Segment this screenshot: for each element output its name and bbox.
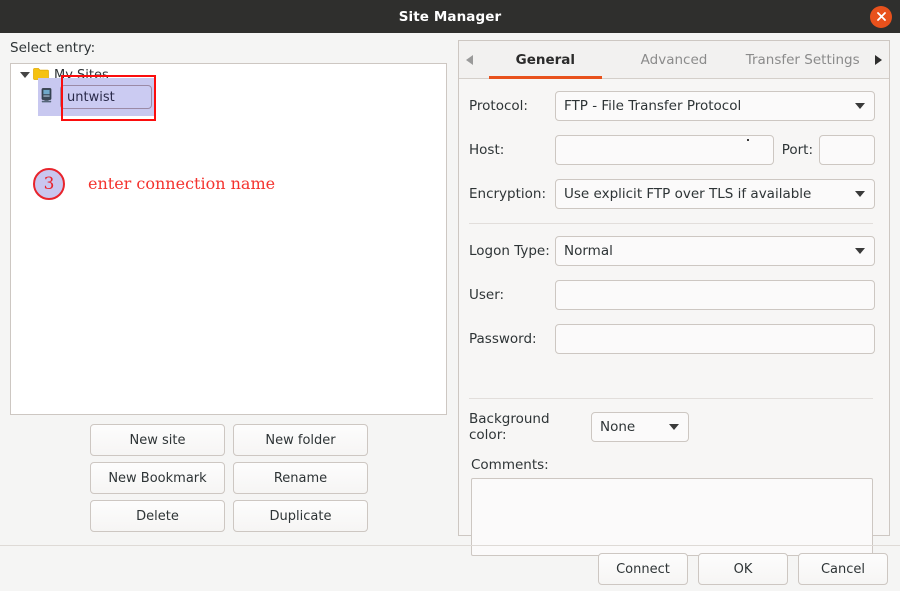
- new-bookmark-button[interactable]: New Bookmark: [90, 462, 225, 494]
- background-color-row: Background color: None: [467, 411, 875, 443]
- section-divider-2: [469, 398, 873, 399]
- host-label: Host:: [469, 142, 505, 158]
- password-input[interactable]: [555, 324, 875, 354]
- protocol-row: Protocol: FTP - File Transfer Protocol: [467, 91, 875, 121]
- protocol-select[interactable]: FTP - File Transfer Protocol: [555, 91, 875, 121]
- rename-button[interactable]: Rename: [233, 462, 368, 494]
- ok-button[interactable]: OK: [698, 553, 788, 585]
- encryption-select[interactable]: Use explicit FTP over TLS if available: [555, 179, 875, 209]
- background-color-value: None: [600, 419, 636, 435]
- chevron-down-icon[interactable]: [17, 67, 33, 83]
- footer-divider: [0, 545, 900, 546]
- chevron-down-icon: [855, 186, 865, 202]
- encryption-value: Use explicit FTP over TLS if available: [564, 186, 812, 202]
- comments-label: Comments:: [471, 457, 549, 473]
- annotation-step-badge: 3: [33, 168, 65, 200]
- connection-name-input[interactable]: [60, 85, 152, 109]
- site-manager-dialog: Site Manager Select entry: My Sites untw…: [0, 0, 900, 591]
- tree-action-buttons: New site New folder New Bookmark Rename …: [90, 424, 368, 532]
- section-divider-1: [469, 223, 873, 224]
- tab-transfer-settings-label: Transfer Settings: [745, 51, 860, 68]
- user-input[interactable]: [555, 280, 875, 310]
- port-input[interactable]: [819, 135, 875, 165]
- select-entry-label: Select entry:: [10, 40, 96, 56]
- window-title: Site Manager: [398, 8, 502, 25]
- user-row: User:: [467, 280, 875, 310]
- protocol-label: Protocol:: [469, 98, 528, 114]
- password-row: Password:: [467, 324, 875, 354]
- new-folder-button[interactable]: New folder: [233, 424, 368, 456]
- chevron-down-icon: [855, 243, 865, 259]
- tab-advanced-label: Advanced: [640, 51, 708, 68]
- background-color-label: Background color:: [469, 411, 550, 443]
- logon-type-select[interactable]: Normal: [555, 236, 875, 266]
- annotation-step-number: 3: [43, 174, 55, 194]
- settings-notebook: General Advanced Transfer Settings Proto…: [458, 40, 890, 556]
- tab-transfer-settings[interactable]: Transfer Settings: [738, 41, 867, 78]
- tab-list: General Advanced Transfer Settings: [481, 41, 867, 79]
- logon-type-row: Logon Type: Normal: [467, 236, 875, 266]
- triangle-left-icon[interactable]: [459, 41, 481, 78]
- encryption-label: Encryption:: [469, 186, 547, 202]
- password-label: Password:: [469, 331, 537, 347]
- tab-general-label: General: [515, 51, 576, 68]
- user-label: User:: [469, 287, 505, 303]
- host-input[interactable]: [555, 135, 774, 165]
- new-site-button[interactable]: New site: [90, 424, 225, 456]
- chevron-down-icon: [855, 98, 865, 114]
- tree-row-untwist[interactable]: [38, 78, 156, 116]
- title-bar: Site Manager: [0, 0, 900, 33]
- tab-advanced[interactable]: Advanced: [610, 41, 739, 78]
- background-color-select[interactable]: None: [591, 412, 689, 442]
- tab-general[interactable]: General: [481, 41, 610, 79]
- annotation-caption: enter connection name: [88, 174, 276, 193]
- protocol-value: FTP - File Transfer Protocol: [564, 98, 742, 114]
- connect-button[interactable]: Connect: [598, 553, 688, 585]
- triangle-right-icon[interactable]: [867, 41, 889, 78]
- logon-type-label: Logon Type:: [469, 243, 550, 259]
- server-icon: [40, 87, 53, 107]
- port-label: Port:: [781, 142, 813, 158]
- tab-bar: General Advanced Transfer Settings: [459, 41, 889, 79]
- mouse-cursor-dot: [747, 139, 749, 141]
- encryption-row: Encryption: Use explicit FTP over TLS if…: [467, 179, 875, 209]
- close-icon[interactable]: [870, 5, 892, 28]
- cancel-button[interactable]: Cancel: [798, 553, 888, 585]
- general-tab-panel: Protocol: FTP - File Transfer Protocol H…: [459, 79, 889, 556]
- dialog-buttons: Connect OK Cancel: [598, 553, 888, 585]
- logon-type-value: Normal: [564, 243, 613, 259]
- duplicate-button[interactable]: Duplicate: [233, 500, 368, 532]
- host-row: Host: Port:: [467, 135, 875, 165]
- chevron-down-icon: [669, 419, 679, 435]
- delete-button[interactable]: Delete: [90, 500, 225, 532]
